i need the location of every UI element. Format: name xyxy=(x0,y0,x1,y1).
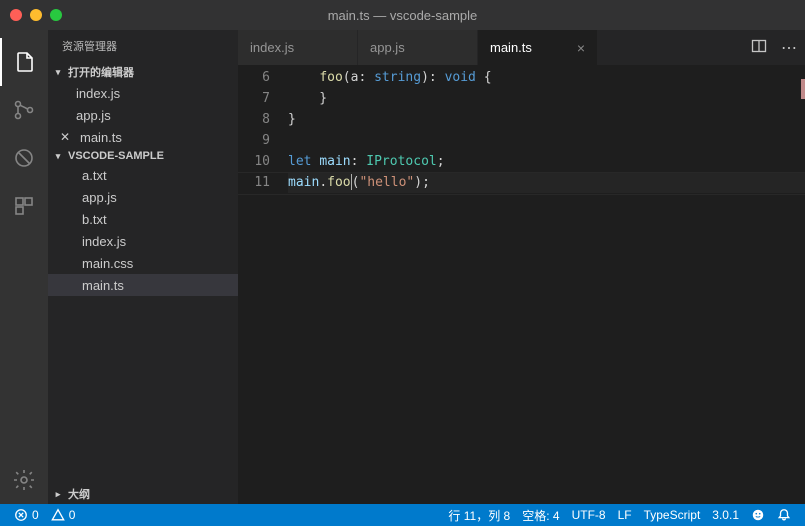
more-actions-icon[interactable]: ⋯ xyxy=(781,38,797,58)
open-editors-label: 打开的编辑器 xyxy=(68,64,134,80)
cursor-position[interactable]: 行 11，列 8 xyxy=(442,507,516,524)
notifications-icon[interactable] xyxy=(771,508,797,522)
overview-ruler-mark xyxy=(801,79,805,99)
workspace-label: VSCODE-SAMPLE xyxy=(68,150,164,162)
open-editor-item[interactable]: app.js xyxy=(48,104,238,126)
chevron-right-icon: ▸ xyxy=(52,489,64,500)
file-item[interactable]: b.txt xyxy=(48,208,238,230)
split-editor-icon[interactable] xyxy=(751,38,767,57)
tab-index-js[interactable]: index.js × xyxy=(238,30,358,65)
file-item[interactable]: main.ts xyxy=(48,274,238,296)
activity-bar xyxy=(0,30,48,504)
file-item[interactable]: main.css xyxy=(48,252,238,274)
status-bar: 0 0 行 11，列 8 空格: 4 UTF-8 LF TypeScript 3… xyxy=(0,504,805,526)
open-editor-item[interactable]: ✕ main.ts xyxy=(48,126,238,148)
close-icon[interactable]: ✕ xyxy=(58,130,72,144)
window-close-button[interactable] xyxy=(10,9,22,21)
close-icon[interactable]: × xyxy=(577,40,585,56)
chevron-down-icon: ▾ xyxy=(52,151,64,162)
sidebar-title: 资源管理器 xyxy=(48,30,238,62)
ts-version[interactable]: 3.0.1 xyxy=(706,508,745,522)
open-editors-section[interactable]: ▾ 打开的编辑器 xyxy=(48,62,238,82)
editor-tabs: index.js × app.js × main.ts × ⋯ xyxy=(238,30,805,65)
tab-app-js[interactable]: app.js × xyxy=(358,30,478,65)
file-item[interactable]: app.js xyxy=(48,186,238,208)
titlebar: main.ts — vscode-sample xyxy=(0,0,805,30)
extensions-icon[interactable] xyxy=(0,182,48,230)
line-gutter: 67891011 xyxy=(238,67,288,504)
tab-label: index.js xyxy=(250,40,294,55)
outline-section[interactable]: ▸ 大纲 xyxy=(48,484,238,504)
open-editor-item[interactable]: index.js xyxy=(48,82,238,104)
window-minimize-button[interactable] xyxy=(30,9,42,21)
language-mode[interactable]: TypeScript xyxy=(638,508,707,522)
file-label: app.js xyxy=(76,108,111,123)
file-item[interactable]: index.js xyxy=(48,230,238,252)
code-content[interactable]: foo(a: string): void { }}let main: IProt… xyxy=(288,67,805,504)
file-label: app.js xyxy=(82,190,117,205)
tab-label: app.js xyxy=(370,40,405,55)
chevron-down-icon: ▾ xyxy=(52,67,64,78)
file-label: main.ts xyxy=(82,278,124,293)
debug-icon[interactable] xyxy=(0,134,48,182)
file-label: index.js xyxy=(76,86,120,101)
eol[interactable]: LF xyxy=(612,508,638,522)
tab-label: main.ts xyxy=(490,40,532,55)
source-control-icon[interactable] xyxy=(0,86,48,134)
window-zoom-button[interactable] xyxy=(50,9,62,21)
file-item[interactable]: a.txt xyxy=(48,164,238,186)
file-label: a.txt xyxy=(82,168,107,183)
workspace-section[interactable]: ▾ VSCODE-SAMPLE xyxy=(48,148,238,164)
explorer-icon[interactable] xyxy=(0,38,48,86)
window-title: main.ts — vscode-sample xyxy=(328,8,478,23)
indentation[interactable]: 空格: 4 xyxy=(516,507,565,524)
file-label: main.css xyxy=(82,256,133,271)
file-label: index.js xyxy=(82,234,126,249)
warnings-count[interactable]: 0 xyxy=(45,508,82,522)
outline-label: 大纲 xyxy=(68,486,90,502)
tab-main-ts[interactable]: main.ts × xyxy=(478,30,598,65)
explorer-sidebar: 资源管理器 ▾ 打开的编辑器 index.js app.js ✕ main.ts… xyxy=(48,30,238,504)
errors-count[interactable]: 0 xyxy=(8,508,45,522)
feedback-icon[interactable] xyxy=(745,508,771,522)
code-editor[interactable]: 67891011 foo(a: string): void { }}let ma… xyxy=(238,65,805,504)
file-label: main.ts xyxy=(80,130,122,145)
encoding[interactable]: UTF-8 xyxy=(566,508,612,522)
file-label: b.txt xyxy=(82,212,107,227)
settings-icon[interactable] xyxy=(0,456,48,504)
